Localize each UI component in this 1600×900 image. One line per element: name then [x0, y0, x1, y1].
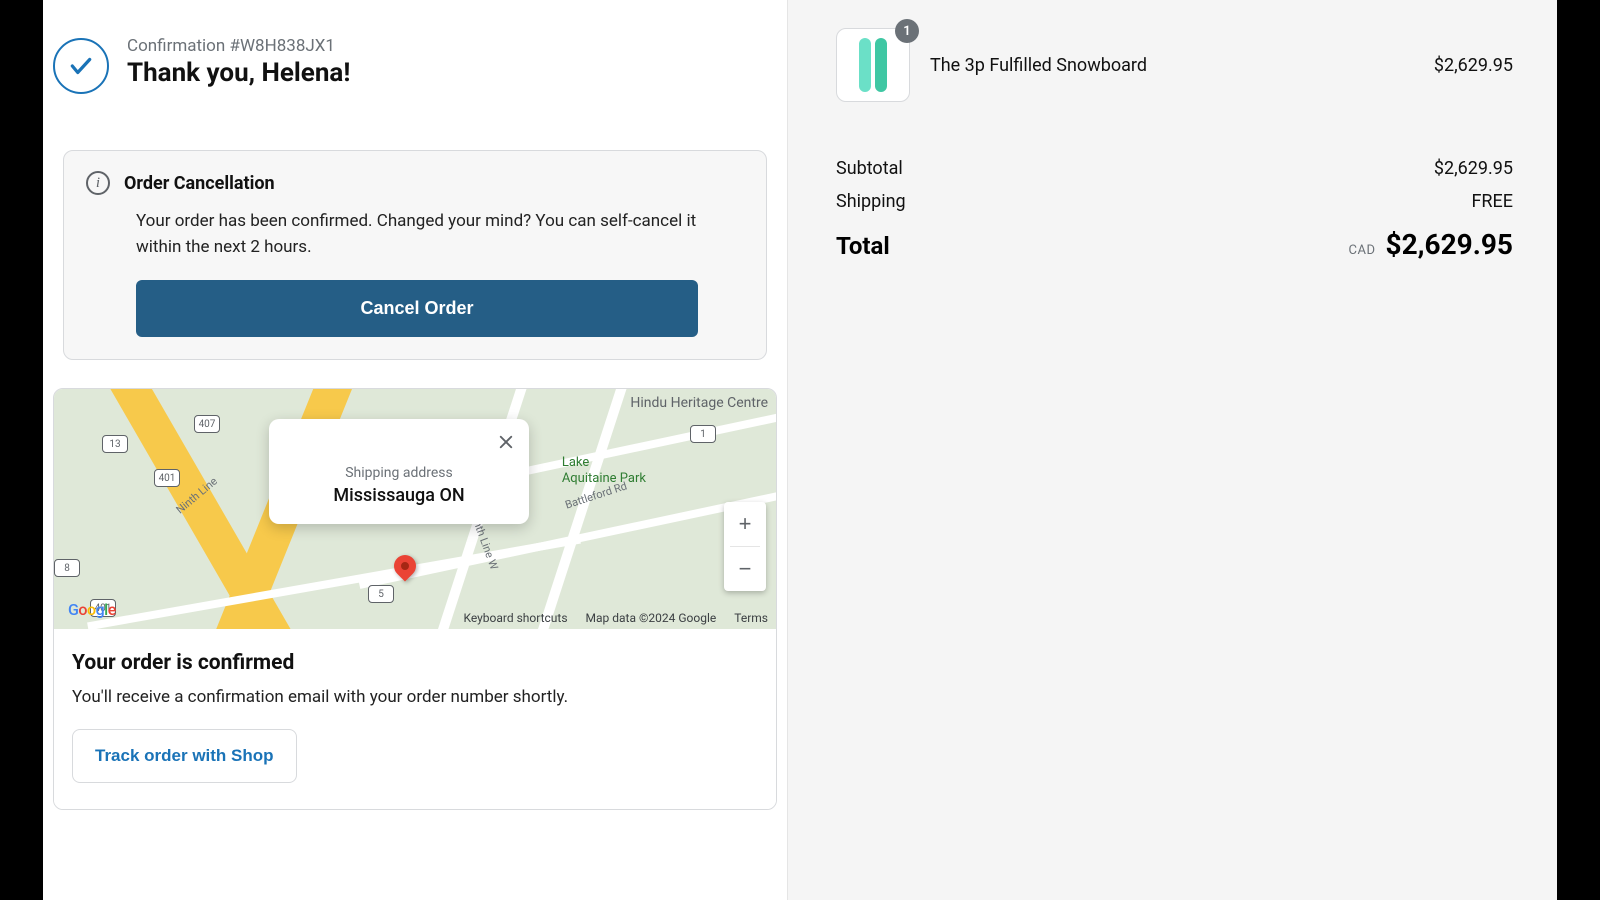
map-zoom-control: + −: [724, 502, 766, 591]
order-summary-sidebar: 1 The 3p Fulfilled Snowboard $2,629.95 S…: [788, 0, 1557, 900]
poi-hindu-heritage: Hindu Heritage Centre: [630, 395, 768, 411]
confirmation-number: Confirmation #W8H838JX1: [127, 36, 350, 56]
google-logo: Google: [68, 600, 116, 619]
product-name: The 3p Fulfilled Snowboard: [930, 55, 1414, 76]
shipping-value: FREE: [1471, 191, 1513, 212]
checkmark-icon: [53, 38, 109, 94]
order-confirmed-text: You'll receive a confirmation email with…: [72, 687, 758, 707]
total-row: Total CAD $2,629.95: [836, 228, 1513, 261]
subtotal-row: Subtotal $2,629.95: [836, 158, 1513, 179]
info-icon: i: [86, 171, 110, 195]
route-shield-407: 407: [194, 415, 220, 433]
subtotal-value: $2,629.95: [1434, 158, 1513, 179]
product-thumbnail: 1: [836, 28, 910, 102]
popup-city: Mississauga ON: [287, 485, 511, 506]
order-confirmed-title: Your order is confirmed: [72, 651, 758, 675]
map-data-label: Map data ©2024 Google: [586, 611, 717, 625]
shipping-row: Shipping FREE: [836, 191, 1513, 212]
zoom-out-button[interactable]: −: [724, 547, 766, 591]
shipping-label: Shipping: [836, 191, 906, 212]
order-cancellation-panel: i Order Cancellation Your order has been…: [63, 150, 767, 360]
order-confirmation-main: Confirmation #W8H838JX1 Thank you, Helen…: [43, 0, 788, 900]
cancel-order-button[interactable]: Cancel Order: [136, 280, 698, 337]
subtotal-label: Subtotal: [836, 158, 903, 179]
map-canvas[interactable]: Ninth Line Tenth Line W Battleford Rd La…: [54, 389, 776, 629]
total-currency: CAD: [1349, 243, 1376, 258]
quantity-badge: 1: [895, 19, 919, 43]
thank-you-heading: Thank you, Helena!: [127, 58, 350, 88]
total-label: Total: [836, 232, 890, 260]
cancellation-body: Your order has been confirmed. Changed y…: [136, 209, 744, 260]
map-attribution: Keyboard shortcuts Map data ©2024 Google…: [463, 611, 768, 625]
total-amount: $2,629.95: [1386, 228, 1513, 261]
track-order-button[interactable]: Track order with Shop: [72, 729, 297, 783]
zoom-in-button[interactable]: +: [724, 502, 766, 546]
cancellation-title: Order Cancellation: [124, 173, 275, 194]
line-item: 1 The 3p Fulfilled Snowboard $2,629.95: [836, 28, 1513, 102]
route-shield-401a: 401: [154, 469, 180, 487]
shipping-address-popup: Shipping address Mississauga ON: [269, 419, 529, 524]
route-shield-13: 13: [102, 435, 128, 453]
route-shield-1: 1: [690, 425, 716, 443]
close-icon[interactable]: [493, 429, 519, 455]
popup-label: Shipping address: [287, 465, 511, 481]
terms-link[interactable]: Terms: [734, 611, 768, 625]
order-confirmed-section: Your order is confirmed You'll receive a…: [54, 629, 776, 809]
route-shield-8: 8: [54, 559, 80, 577]
route-shield-5: 5: [368, 585, 394, 603]
keyboard-shortcuts-link[interactable]: Keyboard shortcuts: [463, 611, 567, 625]
poi-park: Lake Aquitaine Park: [562, 455, 646, 486]
shipping-map-card: Ninth Line Tenth Line W Battleford Rd La…: [53, 388, 777, 810]
product-price: $2,629.95: [1434, 55, 1513, 76]
confirmation-header: Confirmation #W8H838JX1 Thank you, Helen…: [53, 36, 777, 94]
